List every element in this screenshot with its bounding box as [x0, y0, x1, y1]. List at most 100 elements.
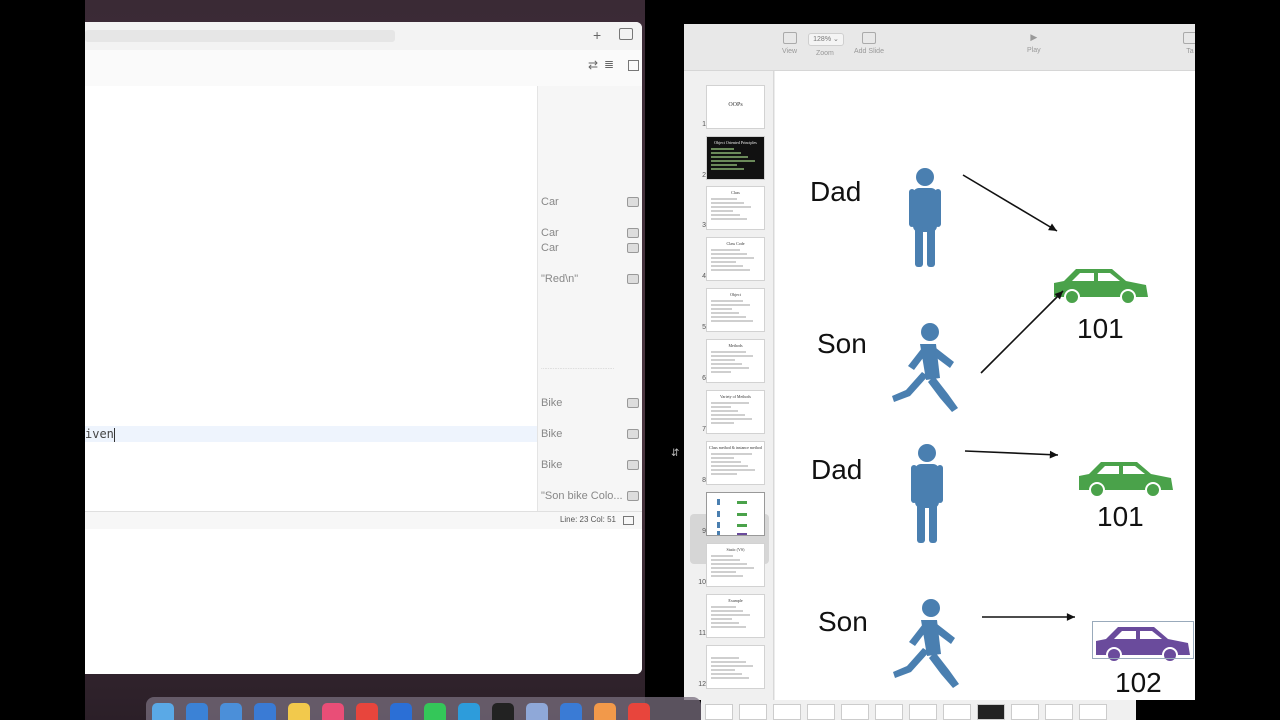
- app-store-icon[interactable]: [254, 703, 276, 720]
- slide-thumbnail-10[interactable]: Static (VS): [706, 543, 765, 587]
- result-item[interactable]: Car: [541, 241, 639, 257]
- result-item[interactable]: Bike: [541, 427, 639, 443]
- sidebar-toggle-icon[interactable]: [619, 28, 633, 40]
- table-icon: [1183, 32, 1195, 44]
- quick-look-icon[interactable]: [627, 429, 639, 439]
- result-item[interactable]: Bike: [541, 458, 639, 474]
- slide-thumbnail-7[interactable]: Variety of Methods: [706, 390, 765, 434]
- table-button[interactable]: Ta: [1183, 32, 1195, 55]
- slide-thumbnail-4[interactable]: Class Code: [706, 237, 765, 281]
- console-toggle-icon[interactable]: [623, 516, 634, 525]
- thumbnail-car: [737, 533, 747, 535]
- filmstrip-thumbnail[interactable]: [1045, 704, 1073, 720]
- code-editor[interactable]: iven: [85, 86, 537, 511]
- thumbnail-text-line: [711, 657, 739, 659]
- refresh-icon[interactable]: ⇄: [588, 58, 598, 72]
- filmstrip-thumbnail[interactable]: [875, 704, 903, 720]
- slide-navigator: OOPs 1 Object Oriented Principles 2 Class 3 Cl…: [684, 71, 774, 700]
- slide-thumbnail-title: Example: [728, 598, 743, 603]
- filmstrip-thumbnail[interactable]: [705, 704, 733, 720]
- car-number-1: 101: [1077, 313, 1124, 344]
- quick-look-icon[interactable]: [627, 243, 639, 253]
- whatsapp-icon[interactable]: [424, 703, 446, 720]
- dock: [146, 697, 701, 720]
- finder-icon[interactable]: [152, 703, 174, 720]
- quick-look-icon[interactable]: [627, 460, 639, 470]
- notes-icon[interactable]: [288, 703, 310, 720]
- view-button[interactable]: View: [782, 32, 797, 55]
- add-slide-button[interactable]: Add Slide: [854, 32, 884, 55]
- filmstrip-thumbnail[interactable]: [807, 704, 835, 720]
- filmstrip-thumbnail[interactable]: [977, 704, 1005, 720]
- thumbnail-text-line: [711, 367, 749, 369]
- filmstrip-thumbnail[interactable]: [909, 704, 937, 720]
- thumbnail-text-line: [711, 312, 739, 314]
- arrow-connector: [982, 613, 1075, 621]
- quick-look-icon[interactable]: [627, 197, 639, 207]
- slack-icon[interactable]: [322, 703, 344, 720]
- result-item[interactable]: Car: [541, 226, 639, 242]
- slide-thumbnail-title: Class method & instance method: [709, 445, 762, 450]
- filmstrip-thumbnail[interactable]: [841, 704, 869, 720]
- filmstrip-thumbnail[interactable]: [1079, 704, 1107, 720]
- thumbnail-text-line: [711, 355, 753, 357]
- result-item[interactable]: "Son bike Colo...: [541, 489, 639, 505]
- zoom-select[interactable]: 128% ⌄: [808, 33, 844, 46]
- safari-icon[interactable]: [186, 703, 208, 720]
- play-button[interactable]: ▶ Play: [1027, 32, 1041, 54]
- label-son-2: Son: [818, 606, 868, 637]
- layout-icon[interactable]: [628, 60, 639, 71]
- thumbnail-text-line: [711, 249, 740, 251]
- quick-look-icon[interactable]: [627, 274, 639, 284]
- slide-thumbnail-12[interactable]: [706, 645, 765, 689]
- slide-thumbnail-1[interactable]: OOPs: [706, 85, 765, 129]
- slide-thumbnail-3[interactable]: Class: [706, 186, 765, 230]
- keynote-icon[interactable]: [458, 703, 480, 720]
- result-item[interactable]: Car: [541, 195, 639, 211]
- thumbnail-text-line: [711, 661, 746, 663]
- slide-thumbnail-2[interactable]: Object Oriented Principles: [706, 136, 765, 180]
- thumbnail-text-line: [711, 363, 742, 365]
- xcode-icon[interactable]: [220, 703, 242, 720]
- result-item[interactable]: Bike: [541, 396, 639, 412]
- quick-look-icon[interactable]: [627, 228, 639, 238]
- code-text[interactable]: iven: [85, 426, 115, 442]
- slide-thumbnail-11[interactable]: Example: [706, 594, 765, 638]
- slide-thumbnail-9[interactable]: [706, 492, 765, 536]
- quick-look-icon[interactable]: [627, 398, 639, 408]
- result-item[interactable]: "Red\n": [541, 272, 639, 288]
- list-icon[interactable]: ≣: [604, 57, 614, 71]
- thumbnail-text-line: [711, 152, 741, 154]
- preview-icon[interactable]: [526, 703, 548, 720]
- selection-box[interactable]: [1092, 621, 1194, 659]
- slide-thumbnail-6[interactable]: Methods: [706, 339, 765, 383]
- thumbnail-text-line: [711, 473, 737, 475]
- terminal-icon[interactable]: [492, 703, 514, 720]
- filmstrip-thumbnail[interactable]: [773, 704, 801, 720]
- zoom-icon[interactable]: [560, 703, 582, 720]
- console-area[interactable]: [85, 529, 642, 674]
- other-app-icon[interactable]: [628, 703, 650, 720]
- slide-canvas[interactable]: Dad Son Dad Son 101 101 102: [775, 71, 1195, 700]
- quick-look-icon[interactable]: [627, 491, 639, 501]
- filmstrip-thumbnail[interactable]: [739, 704, 767, 720]
- filmstrip-thumbnail[interactable]: [1011, 704, 1039, 720]
- person-standing-icon: [909, 168, 941, 267]
- thumbnail-text-line: [711, 253, 747, 255]
- thumbnail-figure: [717, 531, 720, 535]
- slide-thumbnail-5[interactable]: Object: [706, 288, 765, 332]
- text-caret: [113, 427, 115, 442]
- filmstrip-thumbnail[interactable]: [943, 704, 971, 720]
- chrome-icon[interactable]: [356, 703, 378, 720]
- person-running-icon: [893, 599, 959, 688]
- pages-icon[interactable]: [594, 703, 616, 720]
- result-long-text: ········································…: [541, 366, 615, 372]
- thumbnail-text-line: [711, 414, 745, 416]
- thumbnail-text-line: [711, 469, 755, 471]
- vscode-icon[interactable]: [390, 703, 412, 720]
- add-tab-icon[interactable]: +: [593, 27, 601, 43]
- slide-thumbnail-8[interactable]: Class method & instance method: [706, 441, 765, 485]
- thumbnail-car: [737, 501, 747, 504]
- label-son-1: Son: [817, 328, 867, 359]
- resize-handle-icon[interactable]: ⇵: [671, 448, 679, 459]
